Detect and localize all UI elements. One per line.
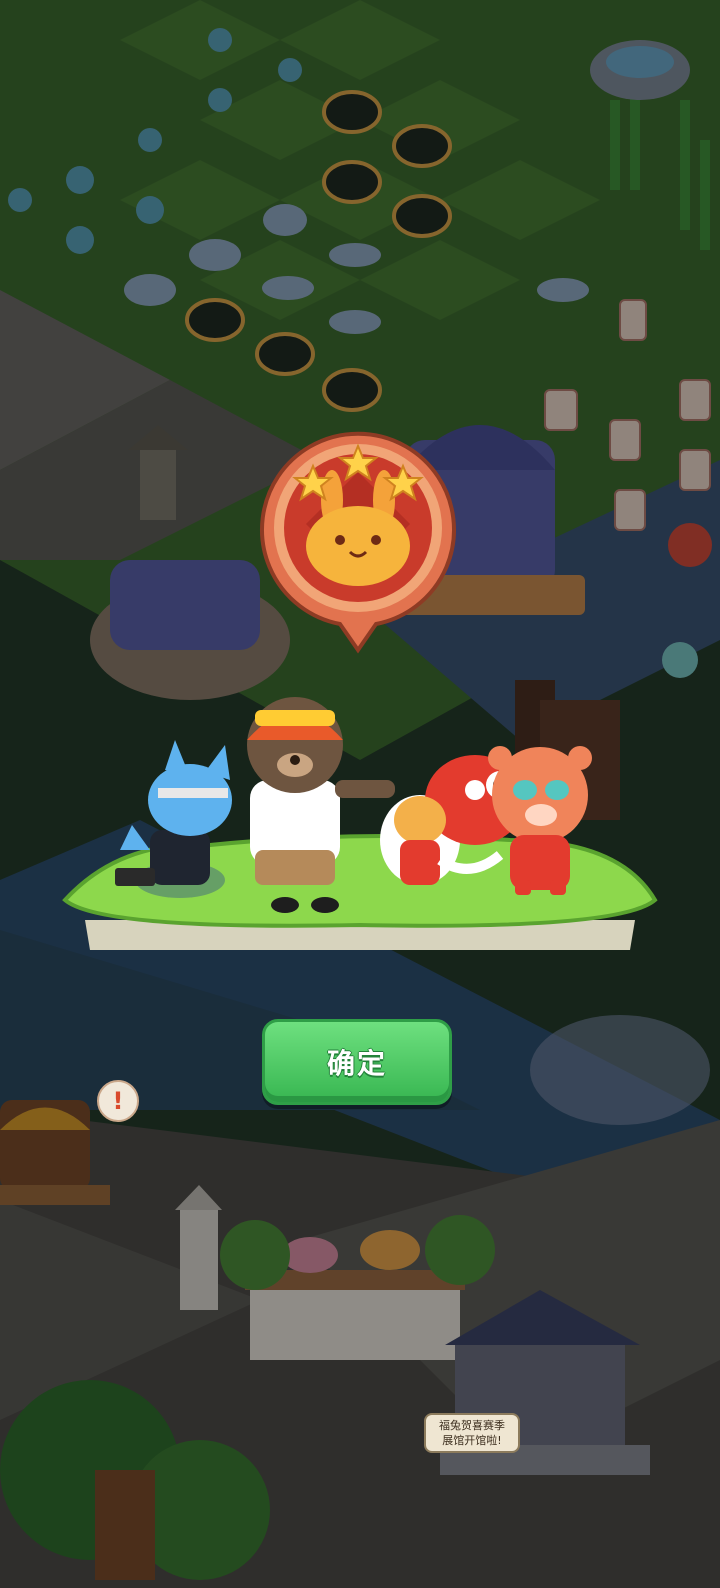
bunny-face-star-badge-icon xyxy=(260,431,456,654)
sign-line-2: 展馆开馆啦! xyxy=(442,1434,502,1447)
game-scene: ! 福兔贺喜赛季 展馆开馆啦! 确定 xyxy=(0,0,720,1588)
confirm-button[interactable]: 确定 xyxy=(262,1019,452,1105)
exhibition-sign: 福兔贺喜赛季 展馆开馆啦! xyxy=(424,1413,520,1453)
blue-wolf-character xyxy=(115,740,232,898)
sign-line-1: 福兔贺喜赛季 xyxy=(439,1419,505,1432)
reward-badge xyxy=(258,428,458,658)
character-platform xyxy=(60,690,660,970)
confirm-button-label: 确定 xyxy=(326,1047,387,1080)
exclamation-icon: ! xyxy=(97,1080,139,1122)
